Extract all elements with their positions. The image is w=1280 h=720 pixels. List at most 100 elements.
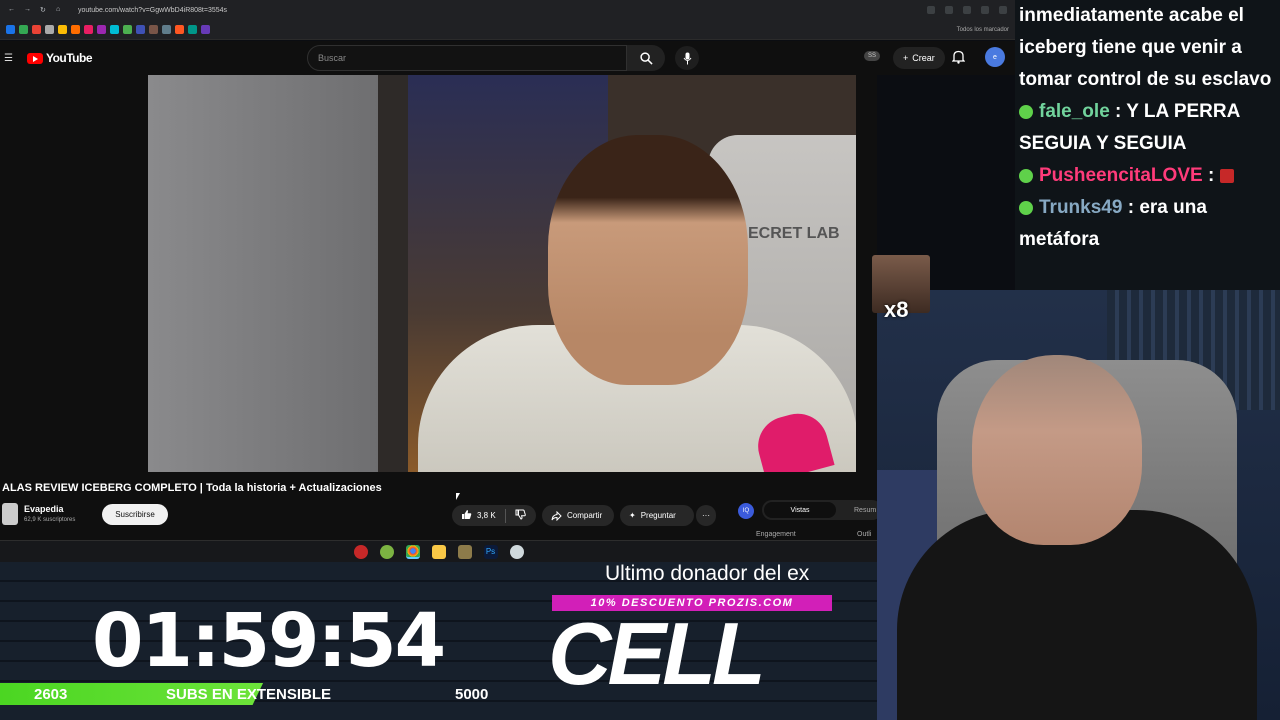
bookmark-icon[interactable] [19,25,28,34]
reload-icon[interactable]: ↻ [40,6,48,14]
folder-icon[interactable] [431,544,446,559]
address-bar[interactable]: youtube.com/watch?v=GgwWbD4iR808t=3554s [78,7,227,14]
microphone-icon [683,52,691,64]
logo-text: YouTube [45,51,93,65]
stream-screen: ← → ↻ ⌂ youtube.com/watch?v=GgwWbD4iR808… [0,0,1280,720]
bell-icon [951,50,966,64]
iq-icon[interactable]: IQ [738,503,754,519]
forward-icon[interactable]: → [24,6,32,14]
chat-panel: inmediatamente acabe el iceberg tiene qu… [1015,0,1280,290]
like-button[interactable] [461,509,472,522]
create-button[interactable]: + Crear [893,47,945,69]
app-icon[interactable] [379,544,394,559]
last-donor-name: CELL [548,604,766,703]
star-icon[interactable] [963,6,971,14]
extensions-tray [927,6,1007,14]
webcam-feed [877,290,1280,720]
bookmark-icon[interactable] [58,25,67,34]
chat-message: inmediatamente acabe el iceberg tiene qu… [1019,0,1274,96]
channel-avatar[interactable] [2,503,18,525]
more-actions-button[interactable]: ··· [696,505,716,526]
bookmark-icon[interactable] [201,25,210,34]
plus-icon: + [903,53,909,63]
chrome-icon[interactable] [405,544,420,559]
subs-goal: 5000 [455,686,489,703]
profile-icon[interactable] [999,6,1007,14]
create-label: Crear [912,53,935,63]
bookmark-icon[interactable] [123,25,132,34]
bookmark-icon[interactable] [188,25,197,34]
analytics-panel: IQ Vistas Resum Engagement Outli [728,497,882,543]
bookmark-icon[interactable] [162,25,171,34]
app-icon[interactable] [457,544,472,559]
subs-label: SUBS EN EXTENSIBLE [166,686,332,703]
thumbs-down-icon [515,509,526,520]
tab-vistas[interactable]: Vistas [764,502,836,518]
user-badge-icon [1019,104,1033,119]
extension-icon[interactable] [981,6,989,14]
like-count: 3,8 K [477,511,496,520]
like-dislike-group: 3,8 K [452,505,536,526]
photoshop-icon[interactable]: Ps [483,544,498,559]
extension-badge[interactable]: SS [864,51,881,61]
bookmark-icon[interactable] [149,25,158,34]
share-button[interactable]: Compartir [542,505,614,526]
webcam-person-head [972,355,1142,545]
mouse-cursor-icon [456,493,464,500]
zoom-icon[interactable] [927,6,935,14]
subscribe-button[interactable]: Suscribirse [102,504,168,525]
panel-tabs: Vistas Resum [762,500,882,520]
home-icon[interactable]: ⌂ [56,6,64,14]
bookmark-icon[interactable] [32,25,41,34]
user-avatar[interactable]: e [985,47,1005,67]
last-donor-ticker: Ultimo donador del ex [605,562,810,585]
youtube-header: ☰ YouTube Buscar SS + Crear e [0,41,1015,75]
chat-message: fale_ole : Y LA PERRA SEGUIA Y SEGUIA [1019,96,1274,160]
tab-resumen[interactable]: Resum [854,507,876,514]
search-button[interactable] [627,45,665,71]
video-person-head [548,135,748,385]
app-icon[interactable] [353,544,368,559]
emote-multiplier: x8 [884,297,909,322]
bookmark-icon[interactable] [110,25,119,34]
emote-icon [1219,168,1234,183]
search-input[interactable]: Buscar [307,45,627,71]
video-background [378,75,408,472]
chat-username: Trunks49 [1039,197,1123,218]
video-title: ALAS REVIEW ICEBERG COMPLETO | Toda la h… [2,482,382,494]
bookmark-icon[interactable] [97,25,106,34]
all-bookmarks[interactable]: Todos los marcador [957,27,1009,33]
bookmark-icon[interactable] [71,25,80,34]
bookmark-icon[interactable] [45,25,54,34]
ask-label: Preguntar [640,511,676,520]
app-icon[interactable] [509,544,524,559]
back-icon[interactable]: ← [8,6,16,14]
bookmarks-bar: Todos los marcador [0,20,1015,40]
youtube-logo[interactable]: YouTube [26,51,93,65]
chat-message-text: inmediatamente acabe el iceberg tiene qu… [1019,5,1272,90]
ask-button[interactable]: ✦ Preguntar [620,505,694,526]
chat-message: PusheencitaLOVE : [1019,160,1274,192]
notifications-button[interactable] [951,50,966,69]
subs-current: 2603 [34,686,68,703]
channel-name[interactable]: Evapedia [24,504,64,514]
youtube-play-icon [26,52,43,64]
voice-search-button[interactable] [675,46,699,70]
bookmark-icon[interactable] [175,25,184,34]
bookmark-icon[interactable] [6,25,15,34]
bookmark-icon[interactable] [84,25,93,34]
menu-icon[interactable]: ☰ [4,53,13,64]
outline-label[interactable]: Outli [857,531,871,538]
engagement-label[interactable]: Engagement [756,531,796,538]
user-badge-icon [1019,168,1033,183]
taskbar: Ps [0,540,877,562]
share-icon[interactable] [945,6,953,14]
video-player[interactable]: ECRET LAB [148,75,856,472]
browser-toolbar: ← → ↻ ⌂ youtube.com/watch?v=GgwWbD4iR808… [0,0,1015,20]
chat-message-text: : [1202,165,1220,186]
dislike-button[interactable] [515,509,526,522]
share-icon [551,510,562,521]
subathon-timer: 01:59:54 [92,598,446,684]
search-icon [639,51,653,65]
bookmark-icon[interactable] [136,25,145,34]
